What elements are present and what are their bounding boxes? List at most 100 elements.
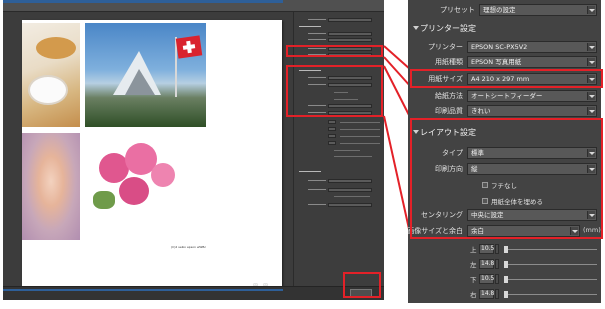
mini-slider[interactable] bbox=[340, 122, 380, 123]
preset-label: プリセット bbox=[440, 6, 475, 14]
chevron-down-icon bbox=[587, 6, 595, 14]
margin-bottom-stepper[interactable] bbox=[495, 274, 499, 284]
chevron-down-icon bbox=[587, 58, 595, 66]
mini-select[interactable] bbox=[328, 188, 372, 192]
paper-type-row: 用紙種類 EPSON 写真用紙 bbox=[408, 55, 601, 69]
preset-row: プリセット 理想の設定 bbox=[408, 3, 601, 17]
mini-slider[interactable] bbox=[340, 143, 380, 144]
margin-left-label: 左 bbox=[470, 261, 477, 269]
mini-section-header bbox=[295, 170, 383, 174]
margin-top-slider-handle[interactable] bbox=[504, 246, 508, 253]
swiss-flag-shape bbox=[175, 35, 203, 59]
margin-right-stepper[interactable] bbox=[495, 289, 499, 299]
mini-select[interactable] bbox=[328, 38, 372, 42]
baby-photo bbox=[22, 133, 80, 240]
croissant-shape bbox=[36, 37, 76, 59]
bottom-toolbar bbox=[3, 286, 384, 300]
connector-line bbox=[383, 115, 412, 239]
mini-label bbox=[296, 18, 326, 21]
printer-row: プリンター EPSON SC-PX5V2 bbox=[408, 40, 601, 54]
paper-source-value: オートシートフィーダー bbox=[471, 92, 543, 100]
mini-select[interactable] bbox=[328, 203, 372, 207]
margin-left-stepper[interactable] bbox=[495, 259, 499, 269]
mini-label bbox=[296, 179, 326, 182]
margin-top-input[interactable]: 10.5 bbox=[479, 244, 494, 254]
chevron-down-icon bbox=[587, 92, 595, 100]
margin-bottom-slider-track[interactable] bbox=[504, 279, 597, 280]
paper-source-label: 給紙方法 bbox=[435, 92, 463, 100]
mini-margin-row bbox=[296, 134, 383, 138]
mini-number[interactable] bbox=[328, 134, 336, 138]
pink-flowers-photo bbox=[85, 133, 206, 240]
connector-line bbox=[383, 56, 412, 88]
margin-bottom-label: 下 bbox=[470, 276, 477, 284]
paper-type-select[interactable]: EPSON 写真用紙 bbox=[467, 56, 597, 68]
margin-top-row: 上 10.5 bbox=[408, 243, 601, 255]
mini-select[interactable] bbox=[328, 18, 372, 22]
margin-right-label: 右 bbox=[470, 291, 477, 299]
margin-left-input[interactable]: 14.8 bbox=[479, 259, 494, 269]
margin-top-slider-track[interactable] bbox=[504, 249, 597, 250]
print-quality-label: 印刷品質 bbox=[435, 107, 463, 115]
mini-select[interactable] bbox=[328, 179, 372, 183]
margin-top-stepper[interactable] bbox=[495, 244, 499, 254]
printer-value: EPSON SC-PX5V2 bbox=[471, 43, 528, 51]
connector-line bbox=[383, 45, 412, 71]
margin-left-slider-handle[interactable] bbox=[504, 261, 508, 268]
mini-text-line bbox=[334, 150, 360, 151]
mountain-rock-shape bbox=[125, 69, 155, 95]
print-page-preview: (C)2 seiko epson wWBc bbox=[22, 20, 282, 290]
layout-settings-highlight-small bbox=[286, 65, 383, 117]
printer-settings-title: プリンター設定 bbox=[420, 24, 476, 33]
mini-label bbox=[296, 188, 326, 191]
mini-setting-row bbox=[296, 188, 383, 192]
mini-text-line bbox=[334, 156, 372, 157]
filmstrip-strip bbox=[3, 289, 283, 291]
preset-select[interactable]: 理想の設定 bbox=[479, 4, 597, 16]
mini-setting-row bbox=[296, 179, 383, 183]
layout-settings-highlight bbox=[410, 118, 603, 239]
mini-slider[interactable] bbox=[340, 136, 380, 137]
mini-select[interactable] bbox=[328, 32, 372, 36]
paper-type-value: EPSON 写真用紙 bbox=[471, 58, 522, 66]
coffee-cup-shape bbox=[28, 75, 68, 105]
print-quality-select[interactable]: きれい bbox=[467, 105, 597, 117]
margin-bottom-input[interactable]: 10.5 bbox=[479, 274, 494, 284]
print-quality-value: きれい bbox=[471, 107, 491, 115]
printer-settings-header[interactable]: プリンター設定 bbox=[408, 22, 601, 36]
mini-setting-row bbox=[296, 18, 383, 22]
paper-size-highlight-small bbox=[286, 45, 383, 57]
mini-margin-row bbox=[296, 141, 383, 145]
mini-number[interactable] bbox=[328, 120, 336, 124]
margin-right-slider-handle[interactable] bbox=[504, 291, 508, 298]
mini-slider[interactable] bbox=[340, 129, 380, 130]
mini-margin-row bbox=[296, 127, 383, 131]
print-button-highlight bbox=[343, 272, 381, 298]
margin-right-slider-track[interactable] bbox=[504, 294, 597, 295]
mini-margin-row bbox=[296, 120, 383, 124]
margin-right-input[interactable]: 14.8 bbox=[479, 289, 494, 299]
photo-credit: (C)2 seiko epson wWBc bbox=[171, 245, 207, 249]
paper-size-highlight bbox=[410, 69, 603, 88]
mini-label bbox=[296, 203, 326, 206]
print-preview-canvas: (C)2 seiko epson wWBc 図 - 図 bbox=[3, 12, 293, 290]
paper-source-select[interactable]: オートシートフィーダー bbox=[467, 90, 597, 102]
printer-select[interactable]: EPSON SC-PX5V2 bbox=[467, 41, 597, 53]
chevron-down-icon bbox=[587, 107, 595, 115]
mini-label bbox=[296, 32, 326, 35]
mini-number[interactable] bbox=[328, 141, 336, 145]
margin-left-row: 左 14.8 bbox=[408, 258, 601, 270]
paper-type-label: 用紙種類 bbox=[435, 58, 463, 66]
mini-text-line bbox=[334, 196, 370, 197]
preset-value: 理想の設定 bbox=[483, 6, 516, 14]
connector-line bbox=[383, 65, 412, 120]
mini-setting-row bbox=[296, 38, 383, 42]
mini-setting-row bbox=[296, 32, 383, 36]
margin-left-slider-track[interactable] bbox=[504, 264, 597, 265]
mini-number[interactable] bbox=[328, 127, 336, 131]
paper-source-row: 給紙方法 オートシートフィーダー bbox=[408, 89, 601, 103]
collapse-triangle-icon bbox=[413, 26, 419, 30]
mini-section-header bbox=[295, 25, 383, 29]
margin-bottom-slider-handle[interactable] bbox=[504, 276, 508, 283]
app-top-bar bbox=[3, 0, 384, 12]
